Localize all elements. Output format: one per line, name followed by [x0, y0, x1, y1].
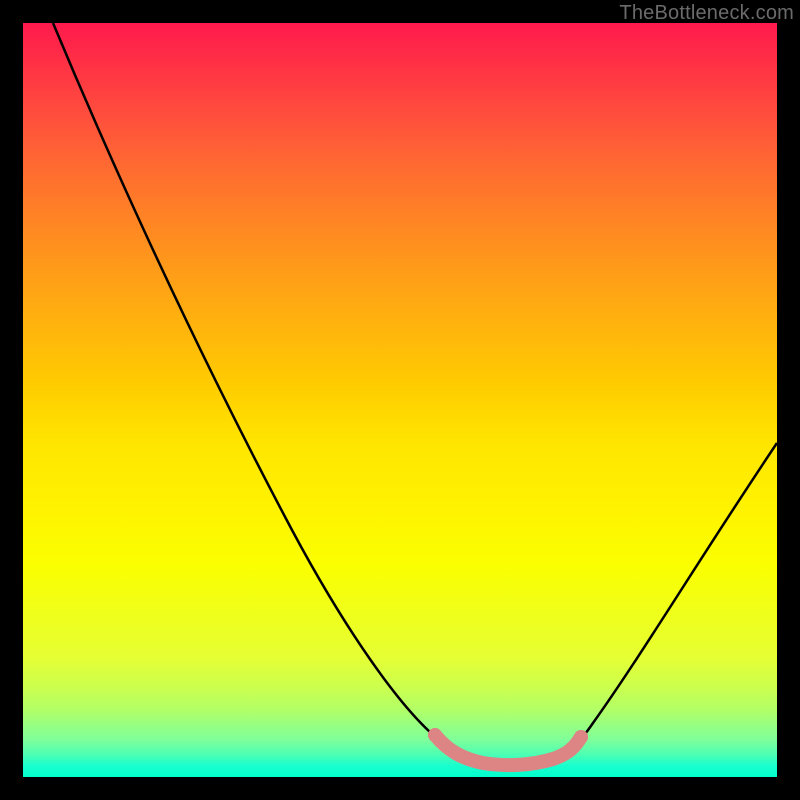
chart-frame: TheBottleneck.com: [0, 0, 800, 800]
marker-dot-left: [428, 728, 442, 742]
watermark-text: TheBottleneck.com: [619, 2, 794, 25]
plot-area: [23, 23, 777, 777]
marker-dot-right: [574, 730, 588, 744]
bottleneck-curve: [23, 23, 777, 777]
optimal-zone-path: [435, 735, 581, 765]
curve-path: [53, 23, 777, 762]
